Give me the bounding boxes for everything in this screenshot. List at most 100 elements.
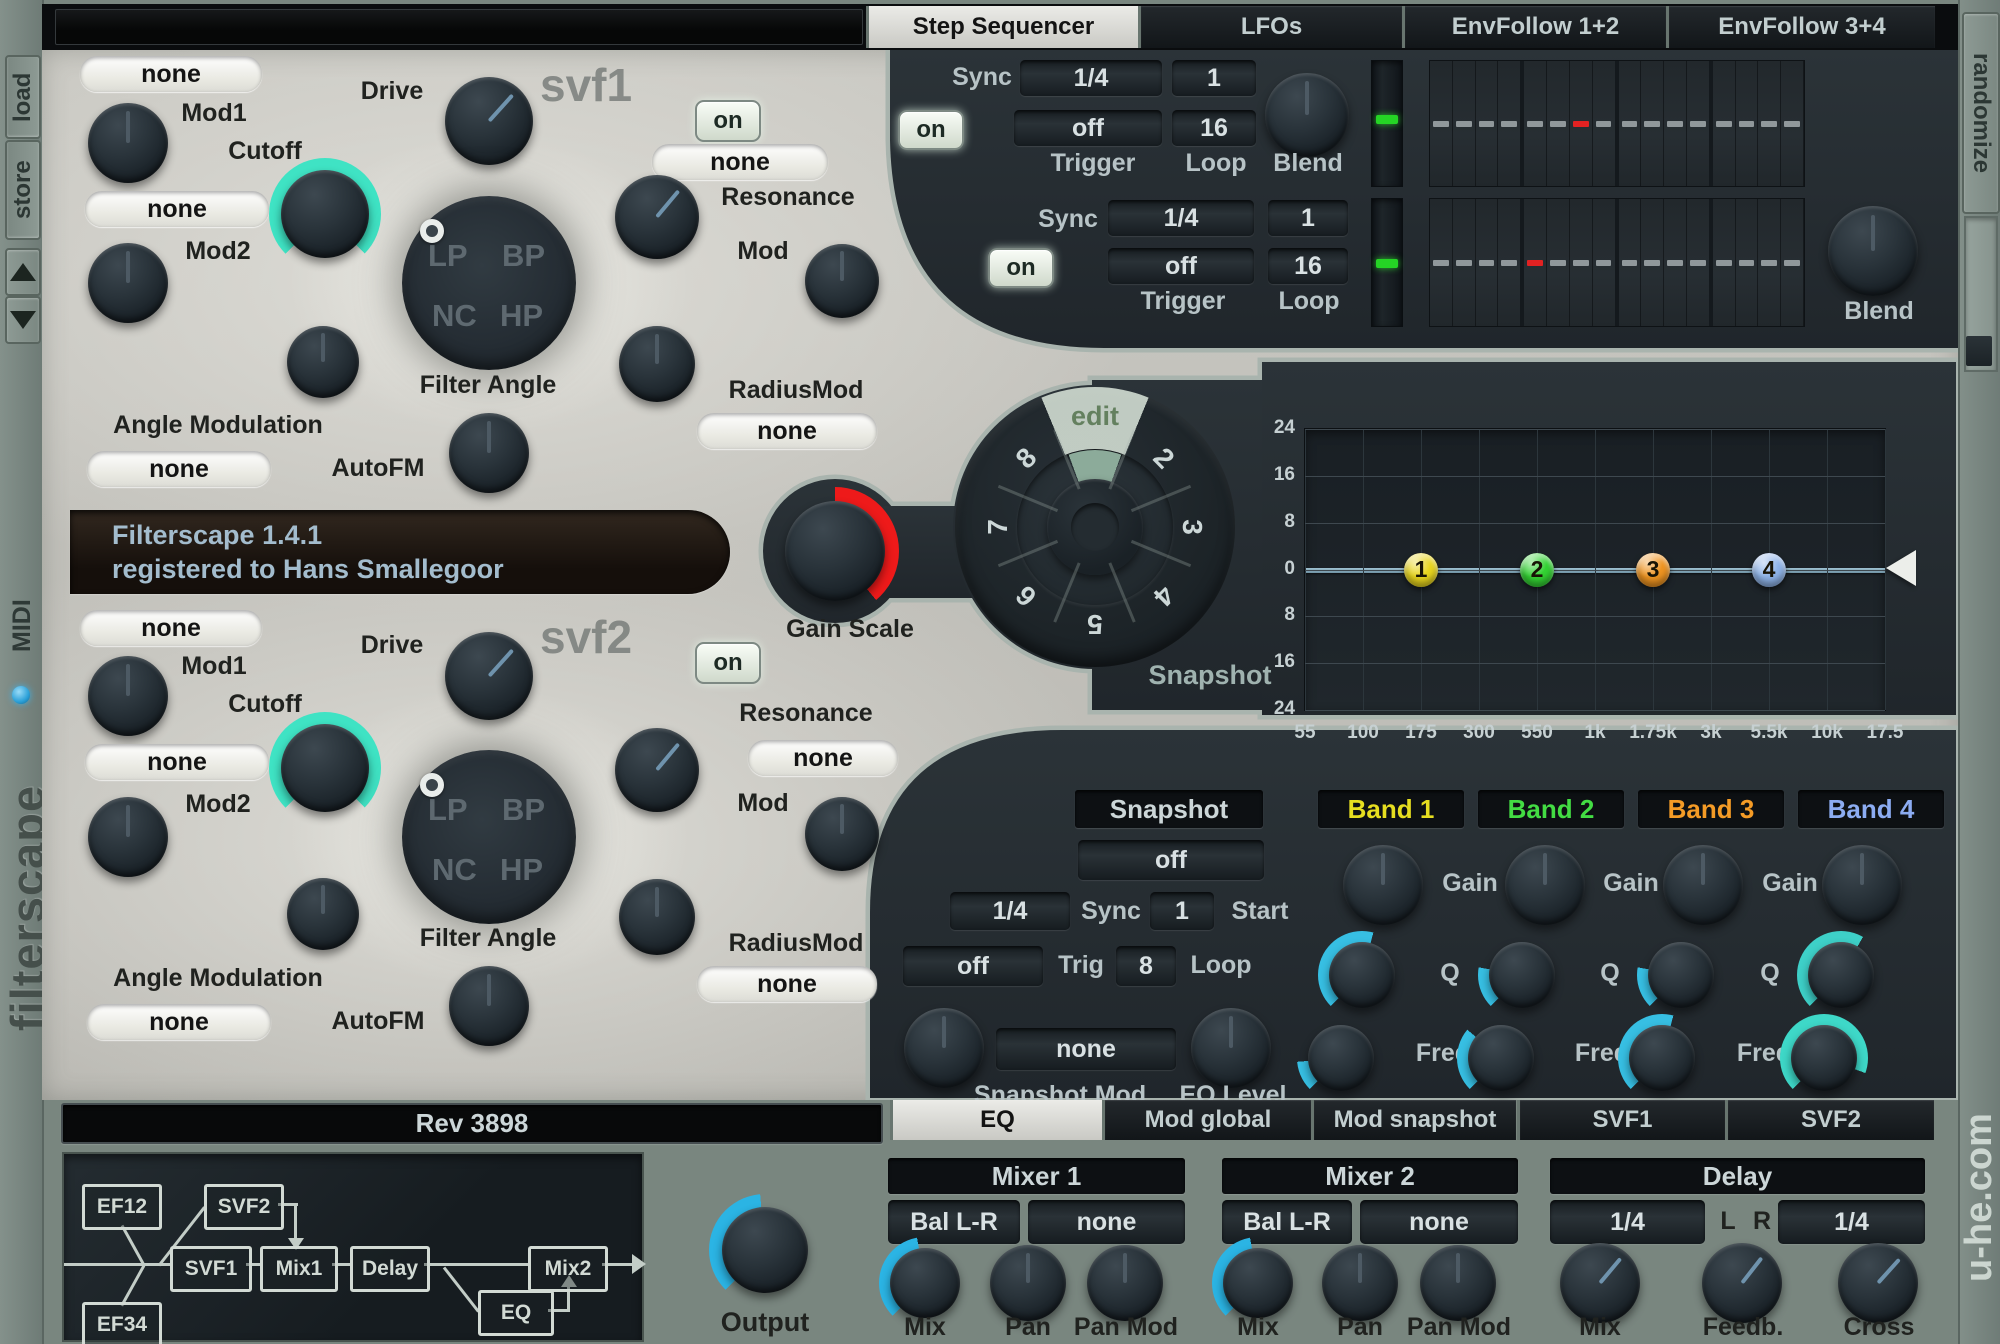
band3-q-knob[interactable]: [1637, 931, 1725, 1019]
seq-step-cell[interactable]: [1641, 61, 1664, 186]
randomize-button[interactable]: randomize: [1962, 12, 2000, 214]
seq1-blend-knob[interactable]: [1265, 73, 1349, 157]
seq-step-cell[interactable]: [1619, 61, 1642, 186]
seq-step-cell[interactable]: [1593, 199, 1619, 326]
delay-time-left-select[interactable]: 1/4: [1550, 1200, 1705, 1244]
eq-level-knob[interactable]: [1191, 1008, 1271, 1088]
seq-step-cell[interactable]: [1781, 61, 1804, 186]
eq-plot[interactable]: 551001753005501k1.75k3k5.5k10k17.5241680…: [1304, 428, 1886, 711]
svf1-angle-mod-select[interactable]: none: [87, 451, 271, 487]
seq2-start-select[interactable]: 1: [1268, 200, 1348, 236]
eq-gain-marker[interactable]: [1886, 550, 1916, 586]
mixer2-mod-select[interactable]: none: [1360, 1200, 1518, 1244]
svf1-power-toggle[interactable]: on: [695, 100, 761, 142]
seq-step-cell[interactable]: [1547, 199, 1570, 326]
svf1-mod2-knob[interactable]: [88, 243, 168, 323]
seq-step-cell[interactable]: [1430, 199, 1453, 326]
svf2-cutoff-knob-face[interactable]: [281, 724, 369, 812]
tab-step-sequencer[interactable]: Step Sequencer: [866, 6, 1138, 48]
seq-step-cell[interactable]: [1641, 199, 1664, 326]
svf1-angle-mod-knob[interactable]: [287, 326, 359, 398]
tab-mod-snapshot[interactable]: Mod snapshot: [1311, 1100, 1516, 1140]
svf2-power-toggle[interactable]: on: [695, 642, 761, 684]
eq-band-node-4[interactable]: 4: [1752, 553, 1786, 587]
svf1-resonance-knob[interactable]: [615, 175, 699, 259]
svf1-cutoff-knob-face[interactable]: [281, 170, 369, 258]
snapshot-number-8[interactable]: 8: [1004, 436, 1048, 480]
eq-band-node-3[interactable]: 3: [1636, 553, 1670, 587]
svf2-angle-mod-select[interactable]: none: [87, 1004, 271, 1040]
snapshot-number-2[interactable]: 2: [1142, 436, 1186, 480]
eq-band-node-1[interactable]: 1: [1404, 553, 1438, 587]
svf1-autofm-knob[interactable]: [449, 413, 529, 493]
svf2-mod2-source-select[interactable]: none: [85, 744, 269, 780]
seq-step-cell[interactable]: [1524, 199, 1547, 326]
svf1-resonance-mod-knob[interactable]: [805, 244, 879, 318]
svf2-resonance-knob[interactable]: [615, 728, 699, 812]
seq1-start-select[interactable]: 1: [1172, 60, 1256, 96]
tab-mod-global[interactable]: Mod global: [1102, 1100, 1311, 1140]
svf1-filter-angle-marker[interactable]: [420, 219, 444, 243]
svf2-mod1-knob[interactable]: [88, 656, 168, 736]
band4-gain-knob[interactable]: [1822, 845, 1902, 925]
snapshot-dial[interactable]: edit 2345678: [955, 387, 1235, 667]
svf1-mod2-source-select[interactable]: none: [85, 191, 269, 227]
seq2-step-grid[interactable]: [1429, 198, 1805, 327]
band1-q-knob[interactable]: [1318, 931, 1406, 1019]
svf2-resonance-mod-knob[interactable]: [805, 797, 879, 871]
seq-step-cell[interactable]: [1687, 199, 1713, 326]
mixer2-pan-knob[interactable]: [1322, 1245, 1398, 1321]
band3-gain-knob[interactable]: [1663, 845, 1743, 925]
snapshot-number-5[interactable]: 5: [1080, 608, 1110, 640]
svf2-cutoff-knob[interactable]: [269, 712, 381, 824]
svf2-radius-mod-knob[interactable]: [619, 879, 695, 955]
store-button[interactable]: store: [5, 140, 41, 240]
svf1-radius-mod-knob[interactable]: [619, 326, 695, 402]
seq-step-cell[interactable]: [1713, 61, 1736, 186]
band3-header[interactable]: Band 3: [1638, 790, 1784, 828]
snapshot-mod-select[interactable]: none: [996, 1028, 1176, 1070]
seq-step-cell[interactable]: [1524, 61, 1547, 186]
svf1-mod1-source-select[interactable]: none: [80, 56, 262, 92]
band2-header[interactable]: Band 2: [1478, 790, 1624, 828]
seq-step-cell[interactable]: [1498, 199, 1524, 326]
delay-feedback-knob[interactable]: [1702, 1243, 1782, 1323]
tab-eq[interactable]: EQ: [890, 1100, 1102, 1140]
mixer2-panmod-knob[interactable]: [1420, 1245, 1496, 1321]
seq-step-cell[interactable]: [1736, 199, 1759, 326]
seq2-trigger-select[interactable]: off: [1108, 248, 1254, 284]
seq-step-cell[interactable]: [1593, 61, 1619, 186]
seq-step-cell[interactable]: [1664, 199, 1687, 326]
band1-header[interactable]: Band 1: [1318, 790, 1464, 828]
svf2-drive-knob[interactable]: [445, 632, 533, 720]
band4-freq-knob[interactable]: [1780, 1014, 1868, 1102]
seq-step-cell[interactable]: [1498, 61, 1524, 186]
seq-step-cell[interactable]: [1430, 61, 1453, 186]
delay-time-right-select[interactable]: 1/4: [1778, 1200, 1925, 1244]
svf2-filter-angle-marker[interactable]: [420, 773, 444, 797]
seq1-trigger-select[interactable]: off: [1014, 110, 1162, 146]
svf1-drive-knob[interactable]: [445, 77, 533, 165]
snapshot-number-6[interactable]: 6: [1004, 574, 1048, 618]
seq-step-cell[interactable]: [1713, 199, 1736, 326]
seq1-level-slider[interactable]: [1371, 60, 1403, 187]
preset-down-button[interactable]: [5, 296, 41, 344]
band2-q-knob[interactable]: [1478, 931, 1566, 1019]
seq2-sync-select[interactable]: 1/4: [1108, 200, 1254, 236]
seq-step-cell[interactable]: [1758, 61, 1781, 186]
output-knob-face[interactable]: [722, 1207, 808, 1293]
seq-step-cell[interactable]: [1619, 199, 1642, 326]
seq-step-cell[interactable]: [1664, 61, 1687, 186]
snapshot-mod-knob[interactable]: [904, 1008, 984, 1088]
seq2-level-slider[interactable]: [1371, 198, 1403, 327]
seq-step-cell[interactable]: [1453, 61, 1476, 186]
mixer1-mod-select[interactable]: none: [1028, 1200, 1185, 1244]
svf2-angle-mod-knob[interactable]: [287, 878, 359, 950]
snapshot-number-4[interactable]: 4: [1142, 574, 1186, 618]
tab-envfollow-34[interactable]: EnvFollow 3+4: [1666, 6, 1935, 48]
eqseq-trig-select[interactable]: off: [903, 946, 1043, 986]
seq2-power-toggle[interactable]: on: [988, 248, 1054, 288]
seq2-loop-select[interactable]: 16: [1268, 248, 1348, 284]
eqseq-mode-select[interactable]: off: [1078, 840, 1264, 880]
band4-q-knob[interactable]: [1797, 931, 1885, 1019]
